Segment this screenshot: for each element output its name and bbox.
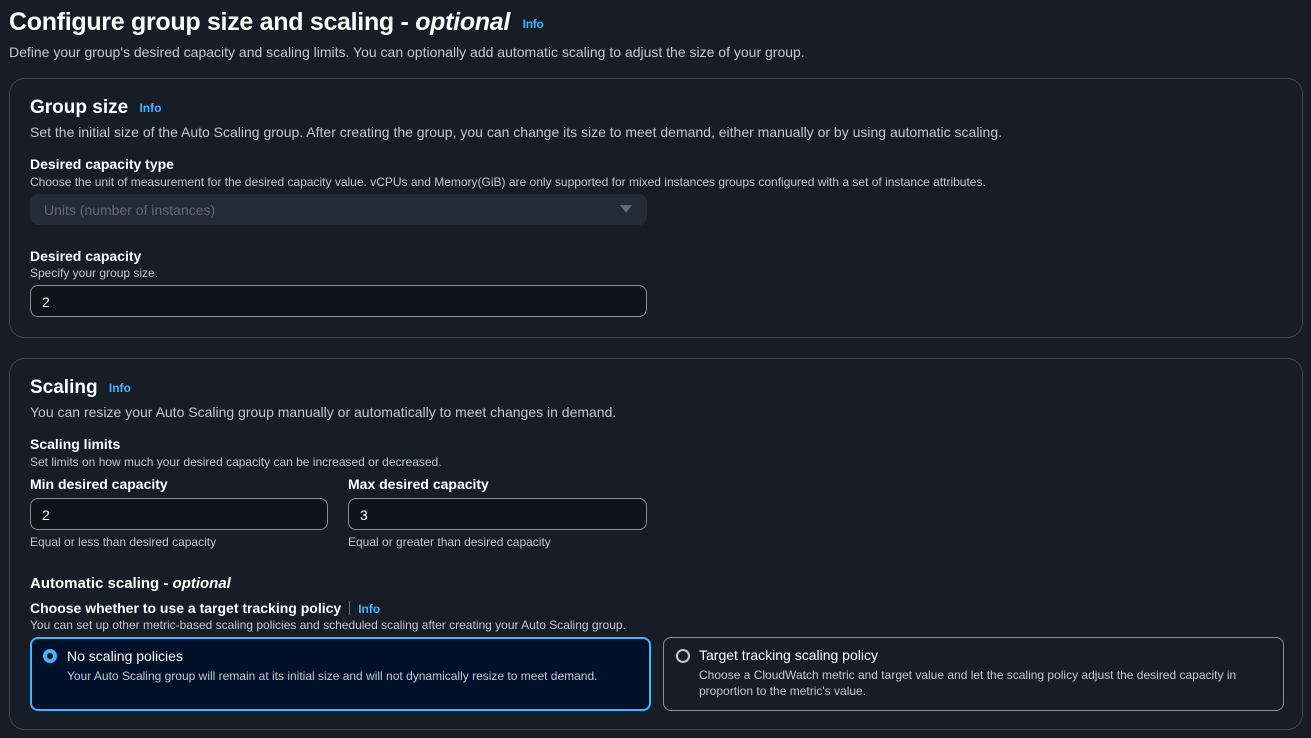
group-size-title: Group size Info <box>30 97 161 119</box>
caret-down-icon <box>620 205 632 213</box>
max-capacity-label: Max desired capacity <box>348 476 489 492</box>
desired-capacity-value: 2 <box>42 294 50 310</box>
divider <box>349 601 351 615</box>
no-scaling-policies-option[interactable]: No scaling policies Your Auto Scaling gr… <box>30 637 651 711</box>
automatic-scaling-description: You can set up other metric-based scalin… <box>30 618 626 632</box>
desired-capacity-type-description: Choose the unit of measurement for the d… <box>30 175 986 189</box>
min-capacity-value: 2 <box>42 507 50 523</box>
radio-selected-icon[interactable] <box>43 649 57 663</box>
page-description: Define your group's desired capacity and… <box>9 44 805 60</box>
group-size-panel: Group size Info Set the initial size of … <box>9 78 1303 338</box>
group-size-title-text: Group size <box>30 97 129 118</box>
page-title-text: Configure group size and scaling - <box>9 8 416 36</box>
min-capacity-input[interactable]: 2 <box>30 498 328 530</box>
max-capacity-input[interactable]: 3 <box>348 498 647 530</box>
max-capacity-value: 3 <box>360 507 368 523</box>
page-title-optional: optional <box>415 8 511 36</box>
target-tracking-label: Target tracking scaling policy <box>699 647 878 663</box>
group-size-description: Set the initial size of the Auto Scaling… <box>30 124 1003 140</box>
group-size-info-link[interactable]: Info <box>139 101 161 115</box>
max-capacity-hint: Equal or greater than desired capacity <box>348 535 551 549</box>
desired-capacity-type-label: Desired capacity type <box>30 156 174 172</box>
scaling-title-text: Scaling <box>30 377 98 398</box>
scaling-panel: Scaling Info You can resize your Auto Sc… <box>9 358 1303 730</box>
page-info-link[interactable]: Info <box>523 17 544 31</box>
scaling-info-link[interactable]: Info <box>109 381 131 395</box>
no-scaling-policies-description: Your Auto Scaling group will remain at i… <box>67 669 598 683</box>
desired-capacity-description: Specify your group size. <box>30 266 159 280</box>
scaling-title: Scaling Info <box>30 377 131 399</box>
automatic-scaling-title: Automatic scaling - optional <box>30 575 231 592</box>
no-scaling-policies-label: No scaling policies <box>67 648 183 664</box>
target-tracking-question-text: Choose whether to use a target tracking … <box>30 600 342 616</box>
page: Configure group size and scaling - optio… <box>0 0 1311 738</box>
min-capacity-hint: Equal or less than desired capacity <box>30 535 217 549</box>
automatic-scaling-title-text: Automatic scaling - <box>30 575 173 592</box>
desired-capacity-type-select: Units (number of instances) <box>30 194 647 225</box>
scaling-description: You can resize your Auto Scaling group m… <box>30 404 617 420</box>
automatic-scaling-optional: optional <box>172 575 231 592</box>
page-title: Configure group size and scaling - optio… <box>9 8 544 37</box>
scaling-limits-description: Set limits on how much your desired capa… <box>30 455 442 469</box>
radio-unselected-icon[interactable] <box>676 649 690 663</box>
scaling-limits-label: Scaling limits <box>30 436 121 452</box>
target-tracking-info-link[interactable]: Info <box>358 602 380 616</box>
target-tracking-description: Choose a CloudWatch metric and target va… <box>699 668 1237 698</box>
desired-capacity-label: Desired capacity <box>30 248 142 264</box>
desired-capacity-type-value: Units (number of instances) <box>44 202 216 218</box>
target-tracking-question: Choose whether to use a target tracking … <box>30 600 380 616</box>
desired-capacity-input[interactable]: 2 <box>30 285 647 317</box>
target-tracking-option[interactable]: Target tracking scaling policy Choose a … <box>663 637 1284 711</box>
min-capacity-label: Min desired capacity <box>30 476 168 492</box>
